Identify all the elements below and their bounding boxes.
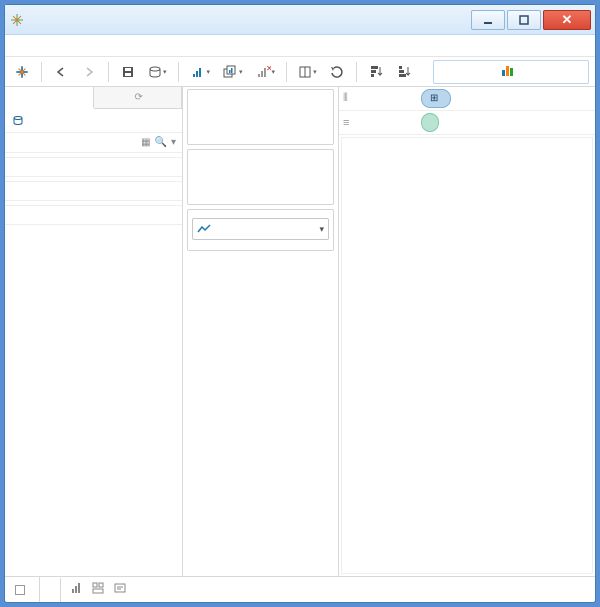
titlebar[interactable]: ✕ xyxy=(5,5,595,35)
expand-icon: ⊞ xyxy=(430,93,438,104)
menubar xyxy=(5,35,595,57)
columns-icon: ⦀ xyxy=(343,92,348,105)
back-button[interactable] xyxy=(50,61,72,83)
parameters-header xyxy=(5,205,182,225)
chevron-down-icon: ▾ xyxy=(319,224,324,235)
shelves-pane: ▾ xyxy=(183,87,339,576)
line-mark-icon xyxy=(197,223,211,235)
swap-button[interactable] xyxy=(295,61,320,83)
new-worksheet-button[interactable] xyxy=(187,61,214,83)
datasource-name[interactable] xyxy=(5,109,182,133)
data-pane: ⟳ ▦ 🔍 ▾ xyxy=(5,87,183,576)
forward-button[interactable] xyxy=(78,61,100,83)
mark-type-selector[interactable]: ▾ xyxy=(192,218,329,240)
sort-asc-button[interactable] xyxy=(365,61,387,83)
filters-shelf[interactable] xyxy=(187,149,334,205)
datasource-button[interactable] xyxy=(145,61,170,83)
columns-pill[interactable]: ⊞ xyxy=(421,89,451,108)
rows-shelf[interactable]: ≡ xyxy=(339,111,595,135)
svg-text:✕: ✕ xyxy=(266,65,271,73)
toolbar: ✕ xyxy=(5,57,595,87)
close-button[interactable]: ✕ xyxy=(543,10,591,30)
rows-icon: ≡ xyxy=(343,117,349,129)
undo-button[interactable] xyxy=(326,61,348,83)
tableau-icon[interactable] xyxy=(11,61,33,83)
tab-analytics[interactable]: ⟳ xyxy=(94,87,183,108)
sets-header xyxy=(5,181,182,201)
chart-title xyxy=(342,138,592,146)
tableau-logo-icon xyxy=(9,12,25,28)
save-button[interactable] xyxy=(117,61,139,83)
menu-icon[interactable]: ▾ xyxy=(171,137,176,148)
app-window: ✕ ✕ xyxy=(4,4,596,603)
view-icon[interactable]: ▦ xyxy=(141,137,150,148)
clear-button[interactable]: ✕ xyxy=(252,61,279,83)
maximize-button[interactable] xyxy=(507,10,541,30)
chart-canvas[interactable] xyxy=(341,137,593,574)
datasource-icon xyxy=(11,115,25,127)
rows-pill[interactable] xyxy=(421,113,439,132)
datasource-tab[interactable] xyxy=(5,577,40,602)
show-me-button[interactable] xyxy=(433,60,589,84)
minimize-button[interactable] xyxy=(471,10,505,30)
marks-card: ▾ xyxy=(187,209,334,251)
sheet-tab[interactable] xyxy=(40,577,61,602)
view-pane: ⦀ ⊞ ≡ xyxy=(339,87,595,576)
columns-shelf[interactable]: ⦀ ⊞ xyxy=(339,87,595,111)
measures-header xyxy=(5,157,182,177)
new-story-icon[interactable] xyxy=(113,581,127,598)
new-worksheet-icon[interactable] xyxy=(69,581,83,598)
tab-data[interactable] xyxy=(5,87,94,109)
dimensions-header: ▦ 🔍 ▾ xyxy=(5,133,182,153)
datasource-tab-icon xyxy=(15,585,25,595)
duplicate-button[interactable] xyxy=(219,61,246,83)
new-dashboard-icon[interactable] xyxy=(91,581,105,598)
pages-shelf[interactable] xyxy=(187,89,334,145)
refresh-icon: ⟳ xyxy=(135,92,143,103)
show-me-icon xyxy=(502,65,514,79)
search-icon[interactable]: 🔍 xyxy=(155,137,167,148)
sort-desc-button[interactable] xyxy=(393,61,415,83)
footer xyxy=(5,576,595,602)
